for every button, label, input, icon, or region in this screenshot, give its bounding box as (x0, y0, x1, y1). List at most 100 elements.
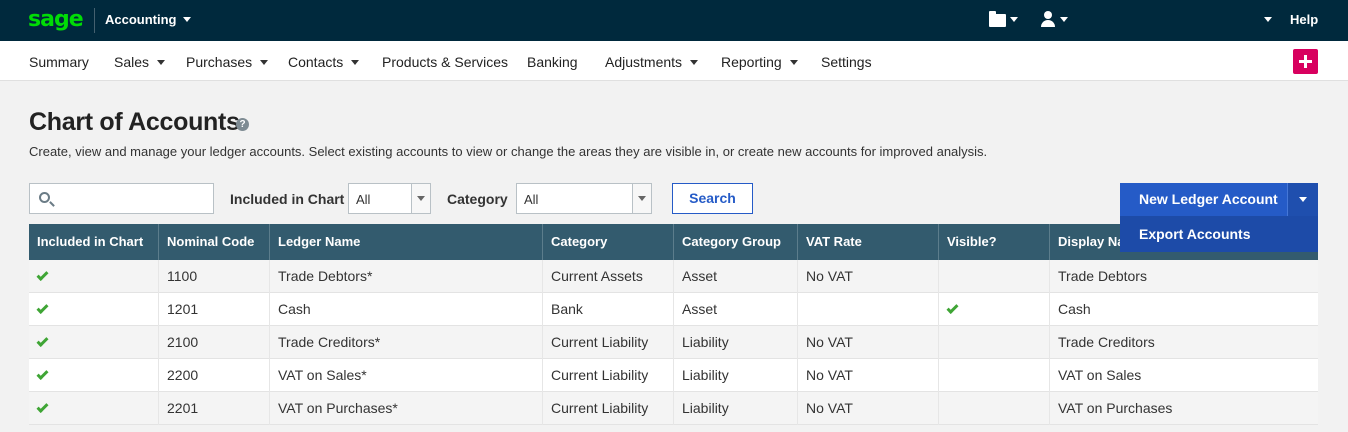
cell-category: Current Liability (543, 326, 674, 359)
app-switcher[interactable]: Accounting (105, 12, 191, 27)
cell-vat-rate: No VAT (798, 260, 939, 293)
nav-label: Adjustments (605, 54, 683, 70)
cell-vat-rate: No VAT (798, 392, 939, 425)
cell-category-group: Asset (674, 260, 798, 293)
category-filter-label: Category (447, 191, 508, 207)
table-body: 1100 Trade Debtors* Current Assets Asset No … (29, 260, 1318, 425)
nav-label: Settings (821, 54, 872, 70)
cell-nominal-code: 2201 (159, 392, 270, 425)
new-ledger-account-button[interactable]: New Ledger Account (1120, 183, 1287, 216)
actions-dropdown-menu: Export Accounts (1120, 216, 1318, 252)
nav-purchases[interactable]: Purchases (186, 54, 269, 70)
cell-ledger-name: Trade Creditors* (270, 326, 543, 359)
nav-summary[interactable]: Summary (29, 54, 89, 70)
new-ledger-dropdown-toggle[interactable] (1287, 183, 1318, 216)
search-field[interactable] (29, 183, 214, 214)
table-row[interactable]: 1201 Cash Bank Asset Cash (29, 293, 1318, 326)
top-bar: sage Accounting Help (0, 0, 1348, 41)
cell-display-name: Cash (1058, 301, 1091, 317)
cell-vat-rate (798, 293, 939, 326)
included-select-value: All (356, 192, 371, 207)
chevron-down-icon (411, 184, 430, 213)
nav-label: Purchases (186, 54, 253, 70)
cell-display-name: Trade Creditors (1058, 334, 1155, 350)
chevron-down-icon (632, 184, 651, 213)
sage-logo[interactable]: sage (28, 7, 84, 32)
col-nominal-code[interactable]: Nominal Code (159, 224, 270, 260)
quick-create-plus-button[interactable] (1293, 49, 1318, 74)
user-menu[interactable] (1040, 11, 1068, 27)
nav-banking[interactable]: Banking (527, 54, 578, 70)
cell-display-name: Trade Debtors (1058, 268, 1147, 284)
nav-products-services[interactable]: Products & Services (382, 54, 508, 70)
chevron-down-icon (260, 59, 269, 65)
table-row[interactable]: 2201 VAT on Purchases* Current Liability Li… (29, 392, 1318, 425)
nav-adjustments[interactable]: Adjustments (605, 54, 699, 70)
nav-settings[interactable]: Settings (821, 54, 872, 70)
cell-ledger-name: VAT on Sales* (270, 359, 543, 392)
cell-ledger-name: Cash (270, 293, 543, 326)
col-category-group[interactable]: Category Group (674, 224, 798, 260)
nav-contacts[interactable]: Contacts (288, 54, 360, 70)
cell-category-group: Liability (674, 359, 798, 392)
cell-nominal-code: 1100 (159, 260, 270, 293)
col-category[interactable]: Category (543, 224, 674, 260)
search-button[interactable]: Search (672, 183, 753, 214)
table-row[interactable]: 2100 Trade Creditors* Current Liability Lia… (29, 326, 1318, 359)
table-row[interactable]: 1100 Trade Debtors* Current Assets Asset No … (29, 260, 1318, 293)
help-link[interactable]: Help (1290, 12, 1318, 27)
help-chevron-icon[interactable] (1264, 17, 1272, 22)
cell-vat-rate: No VAT (798, 359, 939, 392)
cell-included (29, 392, 159, 425)
included-select[interactable]: All (348, 183, 431, 214)
chevron-down-icon (351, 59, 360, 65)
nav-reporting[interactable]: Reporting (721, 54, 798, 70)
files-menu[interactable] (989, 11, 1018, 27)
export-accounts-item[interactable]: Export Accounts (1139, 226, 1251, 242)
search-input[interactable] (60, 188, 210, 209)
col-visible[interactable]: Visible? (939, 224, 1050, 260)
chevron-down-icon (182, 17, 191, 22)
chevron-down-icon (1010, 16, 1018, 22)
cell-visible (939, 326, 1050, 359)
col-included[interactable]: Included in Chart (29, 224, 159, 260)
cell-category: Current Liability (543, 359, 674, 392)
cell-included (29, 293, 159, 326)
cell-category: Bank (543, 293, 674, 326)
nav-label: Contacts (288, 54, 344, 70)
included-filter-label: Included in Chart (230, 191, 345, 207)
chevron-down-icon (789, 59, 798, 65)
chevron-down-icon (157, 59, 166, 65)
cell-display-name: VAT on Purchases (1058, 400, 1173, 416)
checkmark-icon (36, 268, 49, 282)
cell-visible (939, 260, 1050, 293)
cell-included (29, 359, 159, 392)
cell-nominal-code: 1201 (159, 293, 270, 326)
cell-category: Current Liability (543, 392, 674, 425)
col-vat-rate[interactable]: VAT Rate (798, 224, 939, 260)
cell-category-group: Liability (674, 326, 798, 359)
help-icon[interactable]: ? (236, 118, 249, 131)
cell-category-group: Liability (674, 392, 798, 425)
page-description: Create, view and manage your ledger acco… (29, 144, 988, 159)
search-icon (39, 192, 50, 203)
cell-included (29, 260, 159, 293)
topbar-divider (94, 8, 95, 33)
checkmark-icon (36, 334, 49, 348)
checkmark-icon (36, 400, 49, 414)
table-row[interactable]: 2200 VAT on Sales* Current Liability Liabil… (29, 359, 1318, 392)
nav-label: Products & Services (382, 54, 509, 70)
col-ledger-name[interactable]: Ledger Name (270, 224, 543, 260)
cell-ledger-name: VAT on Purchases* (270, 392, 543, 425)
cell-nominal-code: 2200 (159, 359, 270, 392)
category-select-value: All (524, 192, 539, 207)
user-icon (1040, 11, 1056, 27)
nav-label: Summary (29, 54, 89, 70)
nav-sales[interactable]: Sales (114, 54, 166, 70)
checkmark-icon (36, 301, 49, 315)
nav-label: Banking (527, 54, 578, 70)
cell-included (29, 326, 159, 359)
checkmark-icon (946, 301, 959, 315)
cell-nominal-code: 2100 (159, 326, 270, 359)
category-select[interactable]: All (516, 183, 652, 214)
